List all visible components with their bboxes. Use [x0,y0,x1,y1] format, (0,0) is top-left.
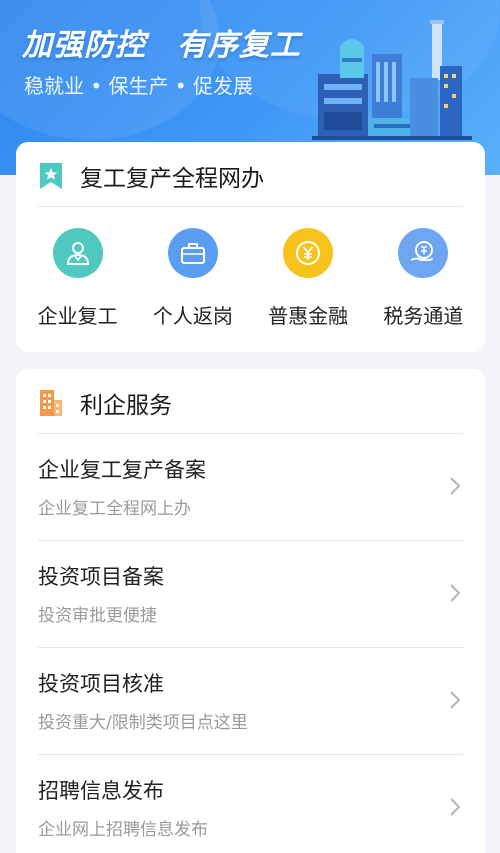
factory-illustration [312,20,472,140]
service-row-investment-approval[interactable]: 投资项目核准 投资重大/限制类项目点这里 [38,648,463,755]
yuan-coin-icon [283,228,334,278]
service-row-investment-filing[interactable]: 投资项目备案 投资审批更便捷 [38,541,463,648]
divider [38,206,463,207]
service-title: 招聘信息发布 [38,779,164,803]
star-badge-icon [40,163,62,189]
service-title: 投资项目备案 [38,565,164,589]
chevron-right-icon [450,691,461,709]
service-title: 投资项目核准 [38,672,164,696]
quick-entry-label: 普惠金融 [268,304,349,328]
chevron-right-icon [450,584,461,602]
quick-entry-inclusive-finance[interactable]: 普惠金融 [253,228,363,329]
banner-title: 加强防控 有序复工 [22,28,301,63]
building-icon [40,390,62,416]
quick-entry-label: 税务通道 [383,304,464,328]
tax-hand-icon [398,228,449,278]
service-description: 企业网上招聘信息发布 [38,820,208,840]
quick-entry-tax-channel[interactable]: 税务通道 [368,228,478,329]
service-row-recruitment[interactable]: 招聘信息发布 企业网上招聘信息发布 [38,755,463,853]
briefcase-icon [167,228,218,278]
quick-entry-label: 企业复工 [37,304,118,328]
quick-entry-grid: 企业复工 个人返岗 普惠金融 税务通道 [16,228,485,329]
banner-subtitle: 稳就业 • 保生产 • 促发展 [24,74,254,98]
services-card-header: 利企服务 [38,385,172,421]
online-services-card: 复工复产全程网办 企业复工 个人返岗 普惠金融 税务通道 [16,142,485,352]
service-description: 投资重大/限制类项目点这里 [38,713,248,733]
service-description: 投资审批更便捷 [38,606,157,626]
worker-icon [52,228,103,278]
enterprise-services-card: 利企服务 企业复工复产备案 企业复工全程网上办 投资项目备案 投资审批更便捷 投… [16,369,485,853]
chevron-right-icon [450,798,461,816]
quick-entry-label: 个人返岗 [152,304,233,328]
online-card-title: 复工复产全程网办 [80,166,264,192]
service-description: 企业复工全程网上办 [38,499,191,519]
service-row-resume-filing[interactable]: 企业复工复产备案 企业复工全程网上办 [38,434,463,541]
online-card-header: 复工复产全程网办 [38,158,264,194]
chevron-right-icon [450,477,461,495]
service-title: 企业复工复产备案 [38,458,206,482]
quick-entry-enterprise-resume[interactable]: 企业复工 [23,228,133,329]
quick-entry-personal-return[interactable]: 个人返岗 [138,228,248,329]
services-card-title: 利企服务 [80,393,172,419]
